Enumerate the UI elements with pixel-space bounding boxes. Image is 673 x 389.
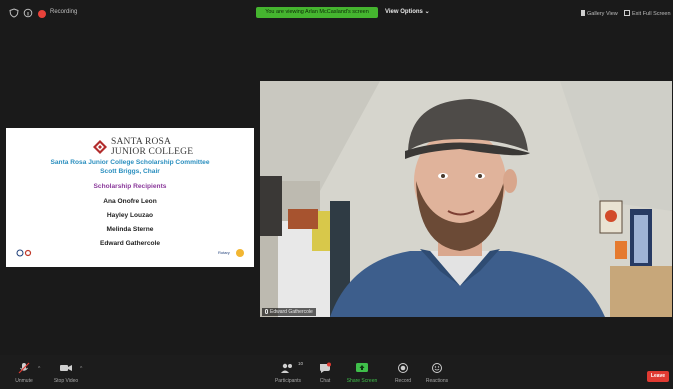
- share-screen-icon: [356, 363, 368, 372]
- recipient-name: Edward Gathercole: [99, 240, 161, 247]
- shield-icon[interactable]: [9, 8, 19, 18]
- recipient-name: Ana Onofre Leon: [103, 198, 157, 205]
- participant-video[interactable]: [260, 81, 672, 317]
- exit-full-screen-label: Exit Full Screen: [632, 11, 671, 17]
- video-options-chevron-icon[interactable]: ^: [80, 366, 82, 372]
- college-seal-icon: [93, 140, 107, 154]
- mic-muted-icon: [265, 309, 268, 314]
- video-frame-image: [260, 81, 672, 317]
- exit-full-screen-button[interactable]: Exit Full Screen: [624, 10, 671, 17]
- microphone-icon: [18, 362, 30, 374]
- meeting-toolbar: Unmute ^ Stop Video ^ Participants 10 Ch…: [0, 355, 673, 389]
- unmute-label: Unmute: [15, 378, 33, 384]
- chat-icon: [320, 362, 331, 373]
- record-icon: [398, 363, 408, 373]
- view-options-button[interactable]: View Options ⌄: [385, 8, 430, 15]
- recipient-name: Hayley Louzao: [106, 212, 154, 219]
- participant-name: Edward Gathercole: [270, 309, 313, 315]
- committee-title: Santa Rosa Junior College Scholarship Co…: [50, 159, 210, 166]
- chair-line: Scott Briggs, Chair: [100, 168, 160, 175]
- rotary-badge: Rotary: [218, 249, 244, 257]
- leave-button[interactable]: Leave: [647, 371, 669, 382]
- screen-share-banner: You are viewing Arlan McCasland's screen: [256, 7, 378, 18]
- video-camera-icon: [60, 365, 72, 371]
- share-screen-button[interactable]: Share Screen: [340, 362, 384, 384]
- logo-line2: JUNIOR COLLEGE: [111, 147, 194, 157]
- reactions-label: Reactions: [425, 378, 449, 384]
- grid-icon: [578, 10, 585, 16]
- audio-options-chevron-icon[interactable]: ^: [38, 366, 40, 372]
- rotary-wheel-icon: [236, 249, 244, 257]
- shared-screen-slide: SANTA ROSA JUNIOR COLLEGE Santa Rosa Jun…: [6, 128, 254, 267]
- reactions-button[interactable]: Reactions: [415, 362, 459, 384]
- rotary-logo-icon: [16, 249, 32, 257]
- recording-icon: [38, 10, 46, 18]
- smiley-icon: [432, 363, 442, 373]
- gallery-view-label: Gallery View: [587, 11, 618, 17]
- recipients-heading: Scholarship Recipients: [93, 183, 167, 190]
- gallery-view-button[interactable]: Gallery View: [578, 10, 618, 17]
- participant-name-tag: Edward Gathercole: [262, 308, 316, 316]
- fullscreen-icon: [624, 10, 630, 16]
- logo-line1: SANTA ROSA: [111, 137, 172, 147]
- stop-video-label: Stop Video: [53, 378, 79, 384]
- recipient-name: Melinda Sterne: [106, 226, 154, 233]
- participants-icon: [281, 363, 292, 373]
- share-screen-label: Share Screen: [346, 378, 378, 384]
- top-bar: Recording You are viewing Arlan McCaslan…: [0, 0, 673, 26]
- rotary-label: Rotary: [218, 250, 230, 255]
- recording-label: Recording: [50, 9, 78, 15]
- info-icon[interactable]: [23, 8, 33, 18]
